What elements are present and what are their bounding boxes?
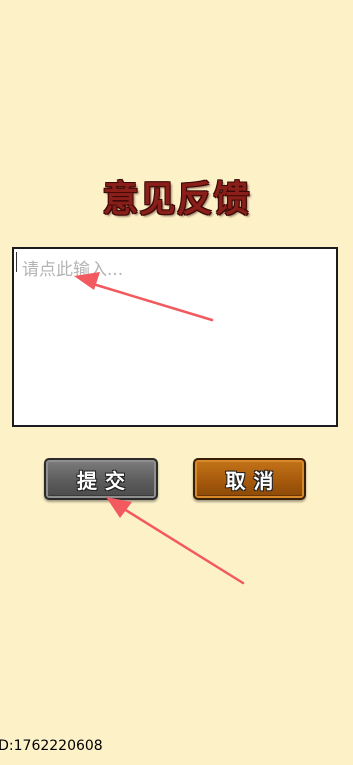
feedback-input[interactable]: 请点此输入... [12,247,338,427]
user-id-label: ID:1762220608 [0,738,103,754]
feedback-screen: 意见反馈 请点此输入... 提交 取消 ID:1762220608 [0,0,353,765]
cancel-button[interactable]: 取消 [193,458,306,500]
feedback-input-placeholder: 请点此输入... [22,260,124,280]
page-title: 意见反馈 [102,179,251,220]
submit-button[interactable]: 提交 [44,458,158,500]
text-caret [16,252,17,272]
arrow-icon [106,497,245,585]
